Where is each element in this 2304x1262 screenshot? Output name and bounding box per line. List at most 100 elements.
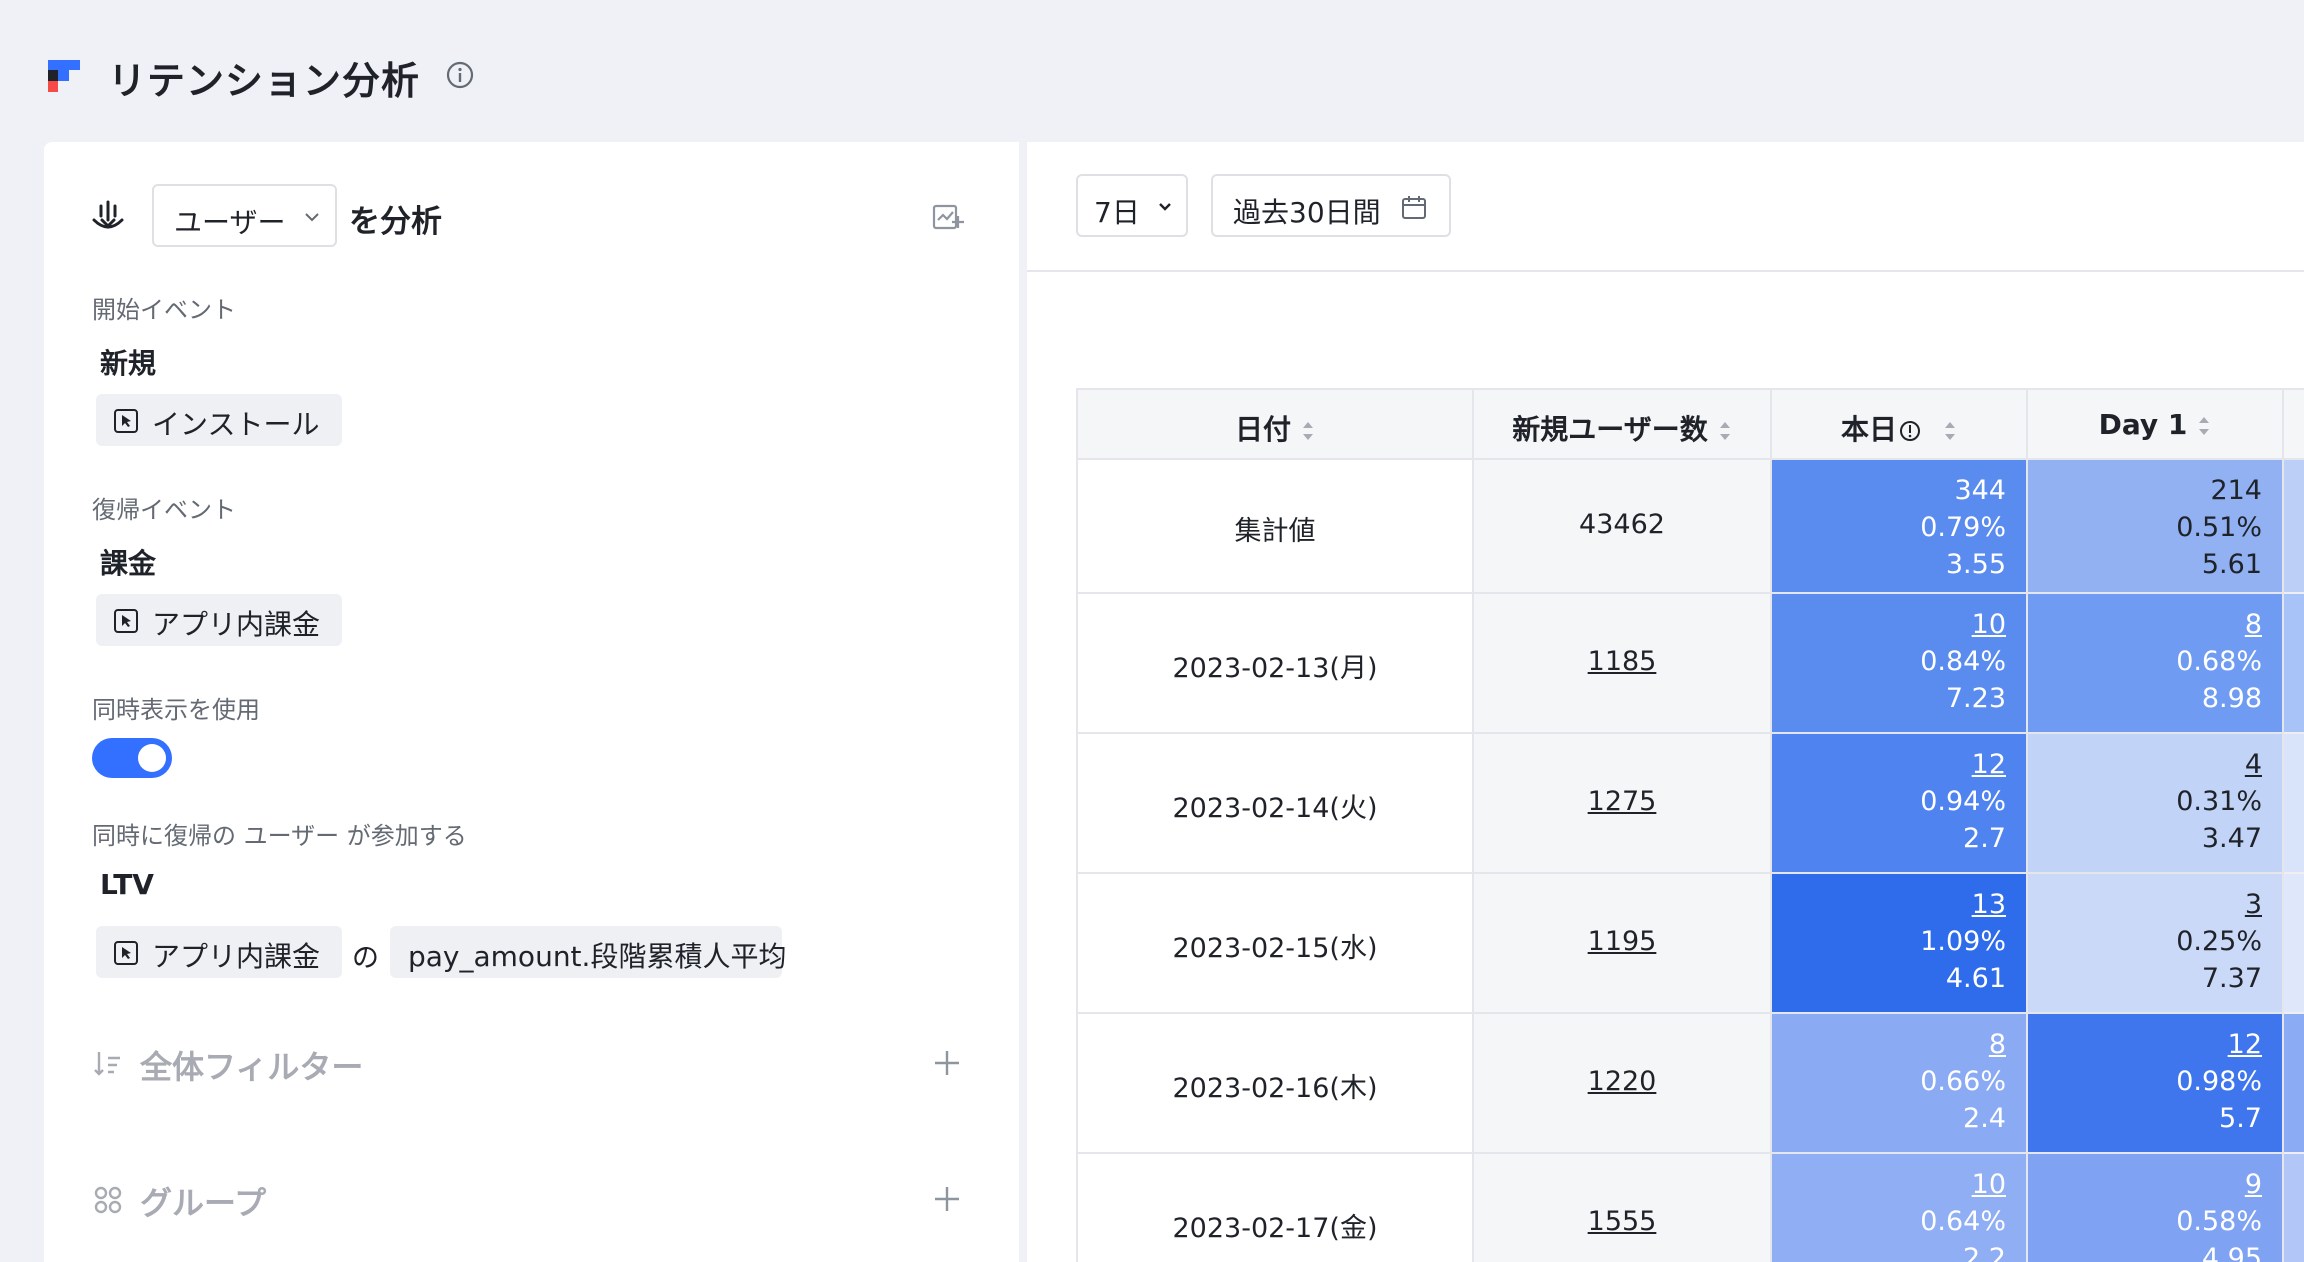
- start-event-chip-label: インストール: [152, 408, 320, 441]
- retention-cell-today: 10 0.84% 7.23: [1772, 594, 2028, 734]
- users-cell-text[interactable]: 1185: [1474, 646, 1770, 677]
- retention-ltv: 2.4: [1963, 1103, 2006, 1134]
- retention-ltv: 4.61: [1945, 963, 2006, 994]
- users-cell-text[interactable]: 1220: [1474, 1066, 1770, 1097]
- users-cell[interactable]: 1195: [1474, 874, 1772, 1014]
- sort-icon[interactable]: [2197, 413, 2211, 439]
- table-row: 2023-02-14(火) 1275 12 0.94% 2.7 4 0.31% 3.47: [1076, 734, 2304, 874]
- global-filter-row[interactable]: 全体フィルター: [44, 1040, 1019, 1090]
- return-event-chip-label: アプリ内課金: [152, 608, 321, 641]
- period-select[interactable]: 7日: [1076, 174, 1188, 237]
- retention-count[interactable]: 3: [2176, 886, 2262, 923]
- retention-count[interactable]: 12: [1920, 746, 2006, 783]
- group-row[interactable]: グループ: [44, 1176, 1019, 1226]
- return-event-label: 復帰イベント: [92, 496, 236, 524]
- table-row: 2023-02-13(月) 1185 10 0.84% 7.23 8 0.68% 8.98: [1076, 594, 2304, 734]
- add-group-icon[interactable]: [932, 1184, 962, 1214]
- date-cell: 2023-02-17(金): [1076, 1154, 1474, 1262]
- retention-percent: 0.98%: [2176, 1066, 2262, 1097]
- panel-divider[interactable]: [1019, 142, 1027, 1262]
- users-cell[interactable]: 1185: [1474, 594, 1772, 734]
- sort-icon[interactable]: [1301, 418, 1315, 444]
- retention-cell-next: [2284, 874, 2304, 1014]
- retention-ltv: 2.2: [1963, 1243, 2006, 1262]
- simultaneous-label: 同時表示を使用: [92, 696, 260, 724]
- toolbar-divider: [1027, 270, 2304, 272]
- retention-cell-day1: 9 0.58% 4.95: [2028, 1154, 2284, 1262]
- page-header: リテンション分析: [0, 0, 2304, 142]
- retention-ltv: 4.95: [2201, 1243, 2262, 1262]
- retention-ltv: 2.7: [1963, 823, 2006, 854]
- event-cursor-icon: [114, 609, 138, 633]
- retention-cell-day1: 12 0.98% 5.7: [2028, 1014, 2284, 1154]
- retention-cell-today: 344 0.79% 3.55: [1772, 460, 2028, 594]
- retention-ltv: 5.61: [2201, 549, 2262, 580]
- sort-icon[interactable]: [1718, 418, 1732, 444]
- retention-count: 214: [2210, 475, 2262, 506]
- group-icon: [94, 1186, 122, 1214]
- users-cell-text[interactable]: 1275: [1474, 786, 1770, 817]
- period-select-label: 7日: [1094, 196, 1140, 229]
- users-cell[interactable]: 1555: [1474, 1154, 1772, 1262]
- column-header-today[interactable]: 本日: [1772, 388, 2028, 460]
- sort-icon[interactable]: [1943, 418, 1957, 444]
- retention-count[interactable]: 12: [2176, 1026, 2262, 1063]
- simultaneous-toggle[interactable]: [92, 738, 172, 778]
- date-cell: 2023-02-14(火): [1076, 734, 1474, 874]
- app-logo-icon: [48, 60, 80, 92]
- users-cell-text: 43462: [1579, 509, 1665, 540]
- retention-count[interactable]: 13: [1920, 886, 2006, 923]
- users-cell-text[interactable]: 1555: [1474, 1206, 1770, 1237]
- column-header-day1[interactable]: Day 1: [2028, 388, 2284, 460]
- retention-count[interactable]: 10: [1920, 606, 2006, 643]
- retention-count[interactable]: 4: [2176, 746, 2262, 783]
- column-header-date[interactable]: 日付: [1076, 388, 1474, 460]
- date-range-select[interactable]: 過去30日間: [1211, 174, 1451, 237]
- retention-icon: [92, 200, 124, 229]
- add-chart-icon[interactable]: [932, 202, 964, 232]
- date-cell-text: 集計値: [1234, 516, 1316, 547]
- return-event-chip[interactable]: アプリ内課金: [96, 594, 342, 646]
- concurrent-label: 同時に復帰の ユーザー が参加する: [92, 822, 467, 850]
- column-header-next: [2284, 388, 2304, 460]
- calendar-icon: [1402, 196, 1426, 219]
- users-cell-text[interactable]: 1195: [1474, 926, 1770, 957]
- retention-count[interactable]: 8: [1920, 1026, 2006, 1063]
- retention-ltv: 8.98: [2201, 683, 2262, 714]
- retention-count[interactable]: 9: [2176, 1166, 2262, 1203]
- entity-select[interactable]: ユーザー: [152, 184, 337, 247]
- column-header-users-label: 新規ユーザー数: [1512, 413, 1708, 446]
- date-cell: 集計値: [1076, 460, 1474, 594]
- retention-cell-next: [2284, 460, 2304, 594]
- retention-ltv: 7.37: [2201, 963, 2262, 994]
- add-filter-icon[interactable]: [932, 1048, 962, 1078]
- start-event-name[interactable]: 新規: [100, 342, 156, 382]
- concurrent-event-chip[interactable]: アプリ内課金: [96, 926, 342, 978]
- event-cursor-icon: [114, 941, 138, 965]
- users-cell[interactable]: 1220: [1474, 1014, 1772, 1154]
- date-cell-text: 2023-02-17(金): [1172, 1213, 1378, 1244]
- retention-cell-today: 12 0.94% 2.7: [1772, 734, 2028, 874]
- info-icon[interactable]: [446, 61, 474, 89]
- column-header-users[interactable]: 新規ユーザー数: [1474, 388, 1772, 460]
- return-event-name[interactable]: 課金: [100, 542, 156, 582]
- property-chip[interactable]: pay_amount.段階累積人平均: [390, 926, 786, 978]
- retention-cell-next: [2284, 594, 2304, 734]
- retention-ltv: 3.47: [2201, 823, 2262, 854]
- chevron-down-icon: [1159, 203, 1171, 211]
- joiner-text: の: [352, 943, 379, 974]
- retention-percent: 1.09%: [1920, 926, 2006, 957]
- start-event-chip[interactable]: インストール: [96, 394, 342, 446]
- date-cell-text: 2023-02-15(水): [1172, 933, 1378, 964]
- property-chip-label: pay_amount.段階累積人平均: [408, 940, 787, 973]
- retention-percent: 0.94%: [1920, 786, 2006, 817]
- retention-count[interactable]: 8: [2176, 606, 2262, 643]
- retention-cell-today: 8 0.66% 2.4: [1772, 1014, 2028, 1154]
- retention-percent: 0.58%: [2176, 1206, 2262, 1237]
- retention-count[interactable]: 10: [1920, 1166, 2006, 1203]
- info-icon[interactable]: [1899, 420, 1921, 442]
- global-filter-label: 全体フィルター: [140, 1048, 364, 1086]
- concurrent-metric-name[interactable]: LTV: [100, 868, 154, 901]
- analyze-suffix: を分析: [349, 204, 442, 240]
- users-cell[interactable]: 1275: [1474, 734, 1772, 874]
